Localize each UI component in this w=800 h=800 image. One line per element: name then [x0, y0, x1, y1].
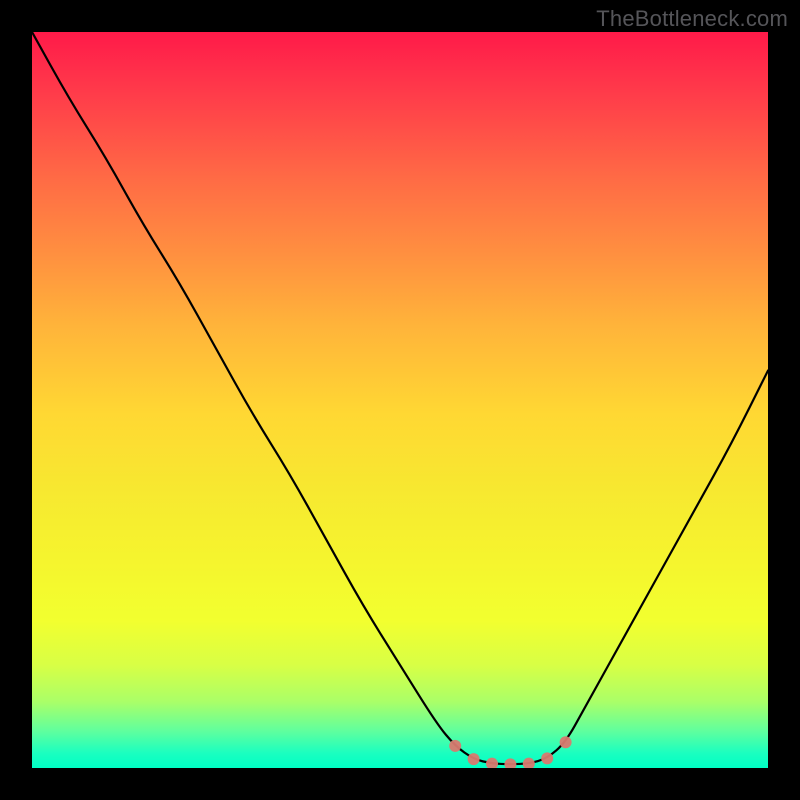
chart-frame: TheBottleneck.com: [0, 0, 800, 800]
marker-point: [523, 758, 535, 768]
marker-point: [504, 758, 516, 768]
plot-svg: [32, 32, 768, 768]
marker-point: [560, 736, 572, 748]
marker-point: [541, 752, 553, 764]
plot-area: [32, 32, 768, 768]
marker-point: [449, 740, 461, 752]
bottleneck-curve: [32, 32, 768, 764]
marker-point: [486, 758, 498, 768]
watermark: TheBottleneck.com: [596, 6, 788, 32]
marker-point: [468, 753, 480, 765]
